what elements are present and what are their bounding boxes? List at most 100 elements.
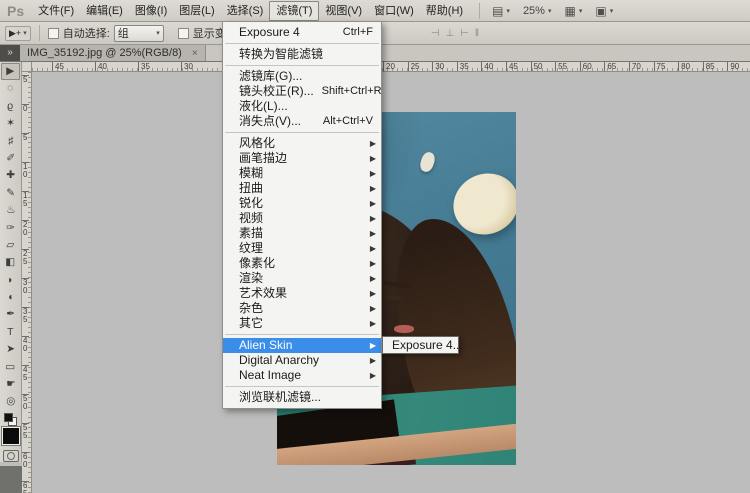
menubar-item-help[interactable]: 帮助(H) [420,1,469,21]
zoom-level-control[interactable]: 25% ▾ [523,5,552,17]
ruler-origin-corner[interactable] [22,62,32,72]
arrange-documents-button[interactable]: ▦ ▾ [564,4,582,18]
filter-menu-item-13[interactable]: 锐化 ▶ [223,196,381,211]
history-brush-tool[interactable]: ✑ [0,220,21,237]
auto-select-dropdown[interactable]: 组 ▾ [113,24,164,42]
divider [38,25,40,41]
menubar-item-window[interactable]: 窗口(W) [368,1,420,21]
lasso-tool[interactable]: ϱ [0,98,21,115]
submenu-arrow-icon: ▶ [369,184,376,193]
filter-menu-item-19[interactable]: 艺术效果 ▶ [223,286,381,301]
chevron-down-icon: ▾ [547,7,552,15]
filter-menu-item-16[interactable]: 纹理 ▶ [223,241,381,256]
menubar-item-select[interactable]: 选择(S) [221,1,270,21]
menubar-item-edit[interactable]: 编辑(E) [80,1,129,21]
list-item: 55 [555,62,580,71]
crop-tool[interactable]: ♯ [0,133,21,150]
list-item: 90 [727,62,750,71]
vertical-ruler[interactable]: 50510152025303540455055606570 [22,72,32,493]
list-item: ⊥ [445,27,455,39]
horizontal-ruler[interactable]: 4540353025 20253035404550556065707580859… [32,62,750,72]
menu-item-label: 浏览联机滤镜... [239,390,322,404]
blur-tool[interactable]: ◗ [0,272,21,289]
list-item: 40 [481,62,506,71]
filter-menu-item-17[interactable]: 像素化 ▶ [223,256,381,271]
filter-menu-item-2[interactable]: 转换为智能滤镜 [223,47,381,62]
filter-menu-item-10[interactable]: 画笔描边 ▶ [223,151,381,166]
path-selection-tool[interactable]: ➤ [0,341,21,358]
quick-mask-button[interactable] [3,450,19,462]
gradient-tool[interactable]: ◧ [0,254,21,271]
default-swatches-icon[interactable] [4,413,17,426]
menubar-item-file[interactable]: 文件(F) [32,1,80,21]
auto-select-checkbox[interactable] [47,27,59,39]
canvas-pasteboard[interactable] [32,72,750,493]
filter-menu-item-7[interactable]: 消失点(V)... Alt+Ctrl+V [223,114,381,129]
menu-item-label: 液化(L)... [239,99,288,113]
submenu-arrow-icon: ▶ [369,199,376,208]
eyedropper-tool[interactable]: ✐ [0,150,21,167]
menubar-item-filter[interactable]: 滤镜(T) [269,0,320,21]
align-buttons[interactable]: ⊣ ⊥ ⊢ ‖ [431,28,479,39]
menubar-item-view[interactable]: 视图(V) [319,1,368,21]
marquee-tool[interactable]: ◌ [0,80,21,97]
close-icon[interactable]: × [192,48,198,59]
hand-tool[interactable]: ☛ [0,376,21,393]
dodge-tool[interactable]: ◖ [0,289,21,306]
launch-bridge-button[interactable]: ▤ ▾ [492,4,510,18]
menubar-item-image[interactable]: 图像(I) [129,1,173,21]
filter-menu-item-24[interactable]: Digital Anarchy ▶ [223,353,381,368]
filter-menu-item-15[interactable]: 素描 ▶ [223,226,381,241]
filter-menu-item-14[interactable]: 视频 ▶ [223,211,381,226]
zoom-tool[interactable]: ◎ [0,393,21,410]
panel-collapse-button[interactable]: » [0,45,20,61]
path-selection-tool-icon: ➤ [6,343,15,355]
healing-brush-tool[interactable]: ✚ [0,167,21,184]
tools-panel: ▶ ◌ ϱ ✶ ♯ ✐ ✚ ✎ ♨ ✑ ▱ ◧ ◗ ◖ ✒ T ➤ ▭ ☛ ◎ [0,62,22,462]
menubar-item-layer[interactable]: 图层(L) [173,1,220,21]
pen-tool[interactable]: ✒ [0,306,21,323]
filter-menu-item-23[interactable]: Alien Skin ▶ [223,338,381,353]
shape-tool[interactable]: ▭ [0,359,21,376]
submenu-arrow-icon: ▶ [369,356,376,365]
type-tool-icon: T [7,326,14,338]
filter-menu-item-12[interactable]: 扭曲 ▶ [223,181,381,196]
move-tool[interactable]: ▶ [1,63,20,81]
quick-selection-tool[interactable]: ✶ [0,115,21,132]
filter-menu-item-4[interactable]: 滤镜库(G)... [223,69,381,84]
filter-menu-item-25[interactable]: Neat Image ▶ [223,368,381,383]
menu-item-label: Digital Anarchy [239,353,320,367]
submenu-item-exposure4[interactable]: Exposure 4... [383,337,463,353]
hand-tool-icon: ☛ [5,378,16,390]
menu-item-label: 扭曲 [239,181,264,195]
tool-preset-picker[interactable]: ▶+ ▾ [5,25,31,41]
foreground-color-swatch[interactable] [1,426,21,446]
menu-separator [225,334,379,335]
list-item: 45 [505,62,531,71]
brush-tool[interactable]: ✎ [0,185,21,202]
submenu-arrow-icon: ▶ [369,289,376,298]
filter-menu-item-0[interactable]: Exposure 4 Ctrl+F [223,25,381,40]
screen-mode-button[interactable]: ▣ ▾ [595,4,613,18]
healing-brush-tool-icon: ✚ [6,169,15,182]
filter-menu-item-21[interactable]: 其它 ▶ [223,316,381,331]
move-tool-icon: ▶ [6,65,15,77]
filter-menu-item-27[interactable]: 浏览联机滤镜... [223,390,381,405]
filter-menu-item-18[interactable]: 渲染 ▶ [223,271,381,286]
clone-stamp-tool[interactable]: ♨ [0,202,21,219]
dodge-tool-icon: ◖ [7,291,14,303]
filter-menu-item-9[interactable]: 风格化 ▶ [223,136,381,151]
eraser-tool[interactable]: ▱ [0,237,21,254]
filter-menu-item-20[interactable]: 杂色 ▶ [223,301,381,316]
quick-selection-tool-icon: ✶ [6,117,15,129]
filter-menu-item-11[interactable]: 模糊 ▶ [223,166,381,181]
menu-item-label: 艺术效果 [239,286,288,300]
show-transform-checkbox[interactable] [177,27,189,39]
filter-menu-item-6[interactable]: 液化(L)... [223,99,381,114]
type-tool[interactable]: T [0,324,21,341]
application-bar-controls: ▤ ▾ 25% ▾ ▦ ▾ ▣ ▾ [479,2,613,19]
crop-tool-icon: ♯ [7,134,14,147]
filter-menu-item-5[interactable]: 镜头校正(R)... Shift+Ctrl+R [223,84,382,99]
document-tab[interactable]: IMG_35192.jpg @ 25%(RGB/8) × [20,45,206,61]
menu-item-label: 其它 [239,316,264,330]
